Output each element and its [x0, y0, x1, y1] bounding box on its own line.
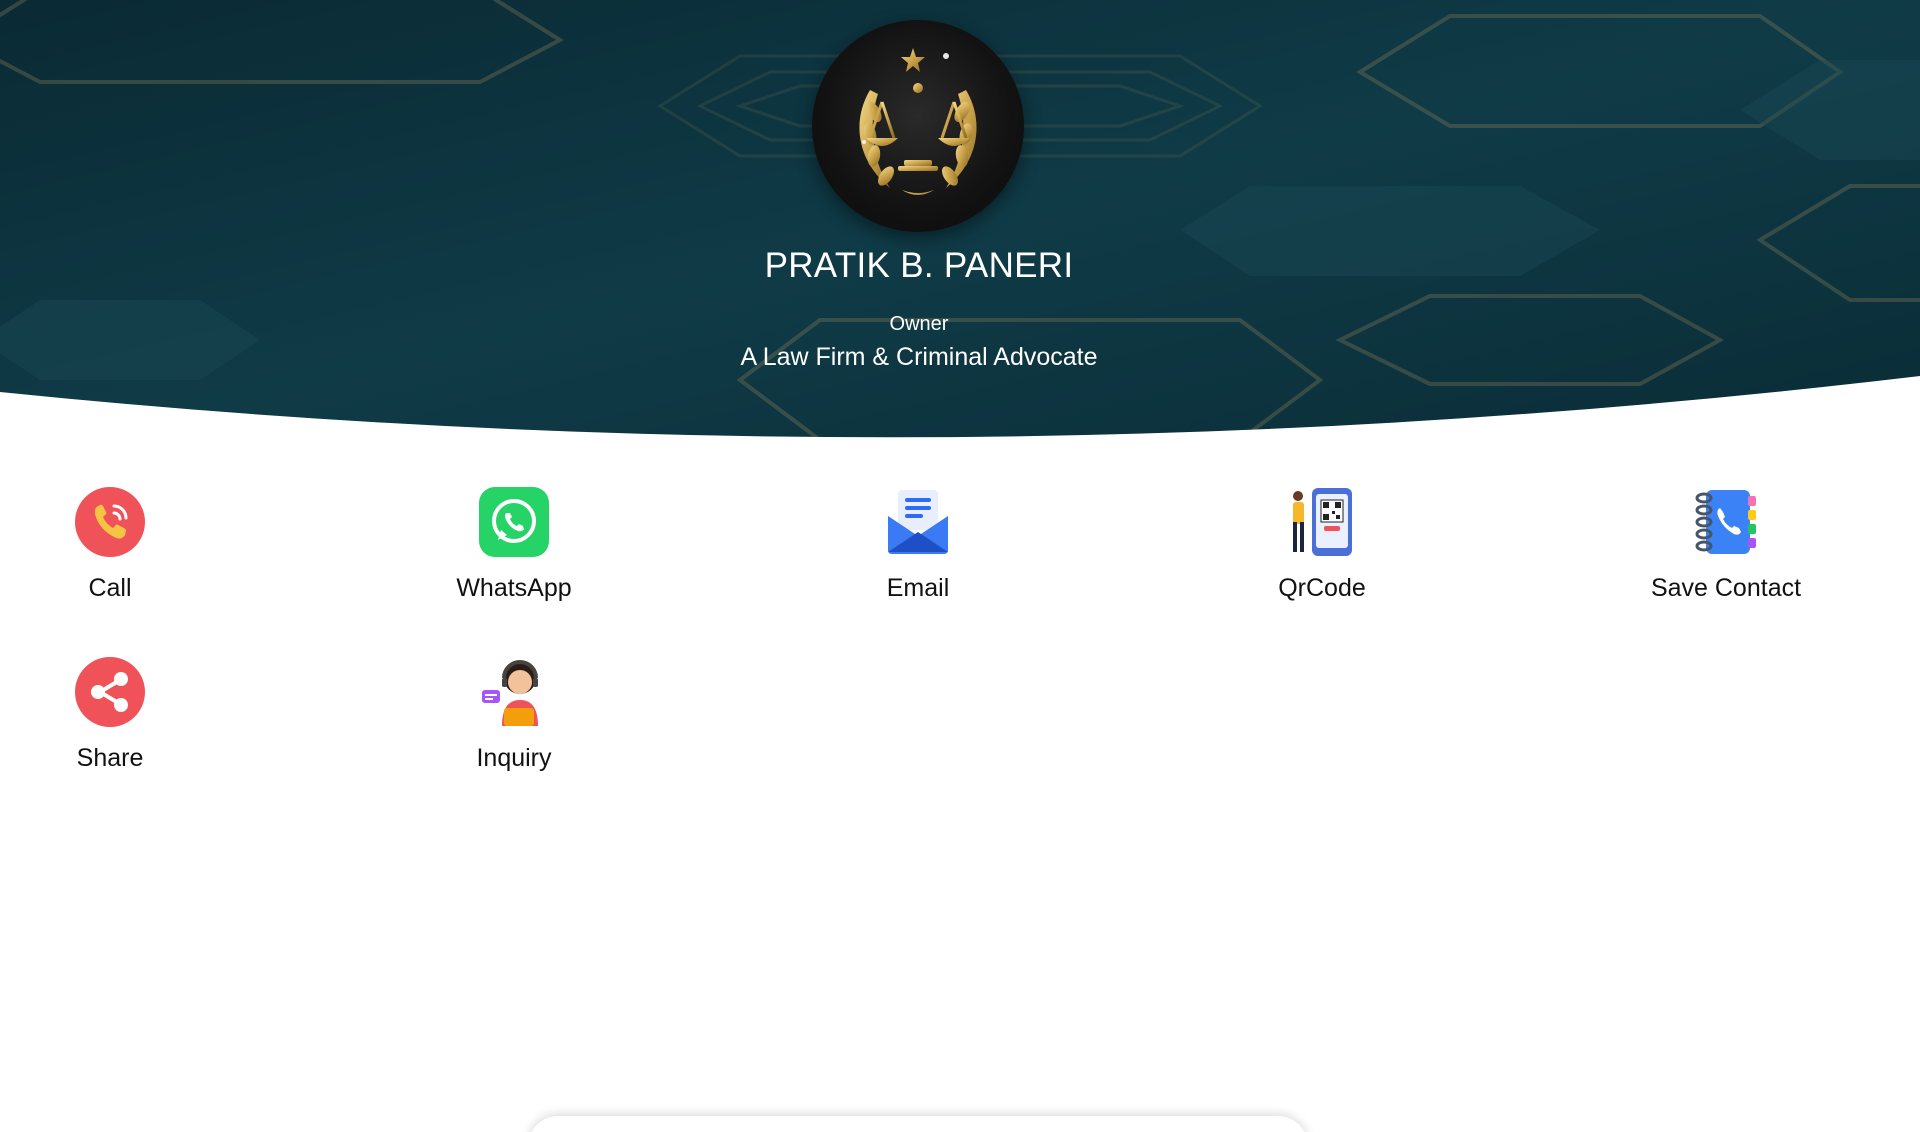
qrcode-label: QrCode: [1278, 574, 1366, 602]
support-agent-icon: [482, 660, 538, 726]
inquiry-label: Inquiry: [476, 744, 552, 772]
share-icon: [75, 657, 145, 727]
whatsapp-button[interactable]: WhatsApp: [394, 486, 634, 616]
qr-code-phone-icon: [1293, 488, 1352, 556]
profile-role: Owner: [889, 313, 949, 335]
address-book-icon: [1695, 490, 1756, 554]
email-envelope-icon: [888, 490, 948, 554]
scales-of-justice-icon: [859, 48, 977, 195]
phone-call-icon: [75, 487, 145, 557]
firm-logo: [812, 20, 1024, 232]
qrcode-button[interactable]: QrCode: [1202, 486, 1442, 616]
profile-firm: A Law Firm & Criminal Advocate: [740, 343, 1098, 371]
whatsapp-label: WhatsApp: [456, 574, 572, 602]
save-contact-button[interactable]: Save Contact: [1606, 486, 1846, 616]
bottom-panel: [528, 1116, 1308, 1132]
digital-business-card: PRATIK B. PANERI Owner A Law Firm & Crim…: [0, 0, 1920, 1132]
save-contact-label: Save Contact: [1650, 574, 1802, 602]
call-button[interactable]: Call: [0, 486, 230, 616]
email-button[interactable]: Email: [798, 486, 1038, 616]
call-label: Call: [88, 574, 132, 602]
share-button[interactable]: Share: [0, 656, 230, 786]
share-label: Share: [76, 744, 144, 772]
profile-name: PRATIK B. PANERI: [764, 246, 1074, 285]
inquiry-button[interactable]: Inquiry: [394, 656, 634, 786]
whatsapp-icon: [479, 487, 549, 557]
email-label: Email: [886, 574, 950, 602]
